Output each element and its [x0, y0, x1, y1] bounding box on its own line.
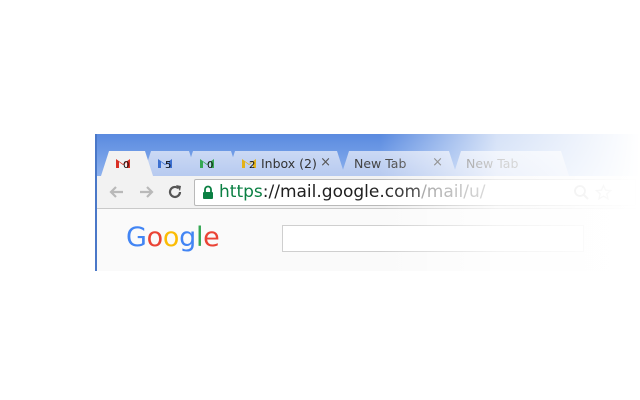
- url-separator: ://: [262, 182, 280, 202]
- tab-strip: 0 5 0 2 Inbox (2) × New Tab × New Tab: [97, 151, 640, 176]
- back-arrow-icon[interactable]: [108, 183, 126, 201]
- address-bar[interactable]: https://mail.google.com/mail/u/: [194, 179, 636, 206]
- tab-title: New Tab: [466, 156, 519, 171]
- url-host: mail.google.com: [279, 182, 422, 202]
- close-icon[interactable]: ×: [432, 155, 443, 170]
- url-scheme: https: [219, 182, 263, 202]
- url-text: https://mail.google.com/mail/u/: [219, 182, 485, 202]
- logo-letter: l: [195, 222, 204, 253]
- tab-title: Inbox (2): [261, 156, 317, 171]
- close-icon[interactable]: ×: [320, 155, 331, 170]
- tab-badge: 5: [165, 160, 172, 171]
- logo-letter: G: [126, 222, 147, 253]
- url-path: /mail/u/: [421, 182, 486, 202]
- browser-window: 0 5 0 2 Inbox (2) × New Tab × New Tab ht…: [95, 134, 640, 271]
- title-bar: 0 5 0 2 Inbox (2) × New Tab × New Tab: [97, 134, 640, 176]
- tab-title: New Tab: [354, 156, 407, 171]
- tab-badge: 2: [249, 160, 256, 171]
- tab-gmail-1[interactable]: 0: [101, 151, 153, 176]
- page-content: Google: [97, 209, 640, 271]
- search-input[interactable]: [282, 225, 584, 252]
- magnifier-icon[interactable]: [573, 184, 590, 201]
- google-logo: Google: [126, 222, 220, 253]
- logo-letter: g: [179, 222, 196, 253]
- reload-icon[interactable]: [166, 183, 184, 201]
- lock-icon: [203, 185, 213, 199]
- tab-new-tab-1[interactable]: New Tab ×: [341, 151, 457, 176]
- tab-inbox[interactable]: 2 Inbox (2) ×: [227, 151, 345, 176]
- tab-badge: 0: [123, 160, 130, 171]
- logo-letter: e: [203, 222, 220, 253]
- tab-new-tab-2[interactable]: New Tab: [453, 151, 569, 176]
- toolbar: https://mail.google.com/mail/u/: [97, 176, 640, 209]
- star-icon[interactable]: [595, 184, 612, 201]
- logo-letter: o: [146, 222, 164, 253]
- logo-letter: o: [162, 222, 180, 253]
- tab-badge: 0: [207, 160, 214, 171]
- forward-arrow-icon[interactable]: [137, 183, 155, 201]
